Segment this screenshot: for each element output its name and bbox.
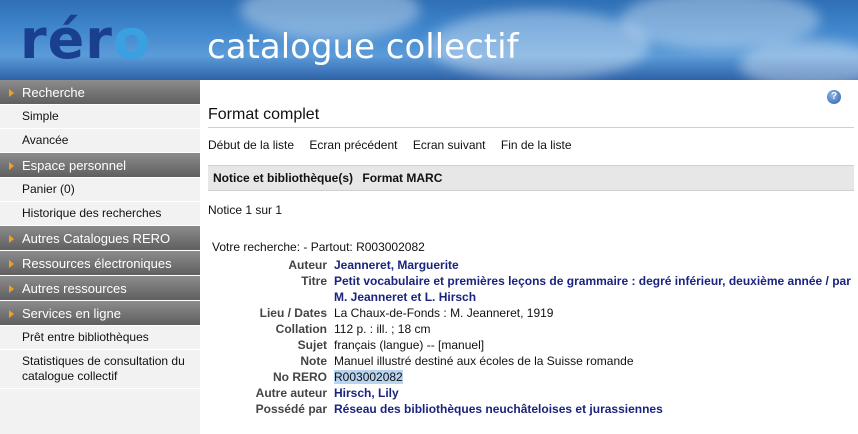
- record-value: La Chaux-de-Fonds : M. Jeanneret, 1919: [334, 306, 554, 320]
- record-label: Titre: [301, 274, 327, 288]
- record-label: Lieu / Dates: [259, 306, 327, 320]
- tab-format-marc[interactable]: Format MARC: [362, 171, 442, 185]
- sidebar: Recherche Simple Avancée Espace personne…: [0, 80, 200, 434]
- rero-number: R003002082: [334, 370, 403, 384]
- sidebar-header-autres-ressources[interactable]: Autres ressources: [0, 276, 200, 301]
- result-navigation: Début de la liste Ecran précédent Ecran …: [208, 138, 584, 152]
- record-row-autre-auteur: Autre auteur Hirsch, Lily: [208, 385, 854, 401]
- sidebar-item-pret[interactable]: Prêt entre bibliothèques: [0, 326, 200, 350]
- record-value: français (langue) -- [manuel]: [334, 338, 485, 352]
- nav-first-link[interactable]: Début de la liste: [208, 138, 294, 152]
- nav-last-link[interactable]: Fin de la liste: [501, 138, 572, 152]
- title-divider: [208, 127, 854, 128]
- sidebar-header-services-en-ligne[interactable]: Services en ligne: [0, 301, 200, 326]
- record-row-auteur: Auteur Jeanneret, Marguerite: [208, 257, 854, 273]
- record-row-collation: Collation 112 p. : ill. ; 18 cm: [208, 321, 854, 337]
- author-link[interactable]: Jeanneret, Marguerite: [334, 257, 854, 273]
- record-row-no-rero: No RERO R003002082: [208, 369, 854, 385]
- arrow-icon: [9, 162, 14, 170]
- sidebar-header-recherche[interactable]: Recherche: [0, 80, 200, 105]
- record-row-lieu: Lieu / Dates La Chaux-de-Fonds : M. Jeann…: [208, 305, 854, 321]
- help-icon[interactable]: ?: [827, 90, 841, 104]
- arrow-icon: [9, 235, 14, 243]
- tab-notice-bibliotheques[interactable]: Notice et bibliothèque(s): [213, 171, 353, 185]
- rero-logo[interactable]: réro: [20, 10, 151, 70]
- search-query: Votre recherche: - Partout: R003002082: [212, 240, 425, 254]
- arrow-icon: [9, 89, 14, 97]
- nav-next-link[interactable]: Ecran suivant: [413, 138, 486, 152]
- record-value: Manuel illustré destiné aux écoles de la…: [334, 354, 634, 368]
- record-row-possede-par: Possédé par Réseau des bibliothèques neuc…: [208, 401, 854, 417]
- sidebar-item-panier[interactable]: Panier (0): [0, 178, 200, 202]
- record-label: Auteur: [288, 258, 327, 272]
- banner-title: catalogue collectif: [207, 27, 519, 67]
- arrow-icon: [9, 285, 14, 293]
- page-title: Format complet: [208, 106, 320, 123]
- record-label: Note: [300, 354, 327, 368]
- record-row-sujet: Sujet français (langue) -- [manuel]: [208, 337, 854, 353]
- sidebar-header-espace-personnel[interactable]: Espace personnel: [0, 153, 200, 178]
- record-label: Autre auteur: [255, 386, 327, 400]
- record-label: Possédé par: [255, 402, 327, 416]
- header-banner: réro catalogue collectif: [0, 0, 858, 80]
- record-row-titre: Titre Petit vocabulaire et premières leço…: [208, 273, 854, 305]
- notice-count: Notice 1 sur 1: [208, 203, 283, 217]
- other-author-link[interactable]: Hirsch, Lily: [334, 385, 854, 401]
- sidebar-item-historique[interactable]: Historique des recherches: [0, 202, 200, 226]
- record-value: 112 p. : ill. ; 18 cm: [334, 322, 431, 336]
- title-link[interactable]: Petit vocabulaire et premières leçons de…: [334, 273, 854, 305]
- format-tabs: Notice et bibliothèque(s) Format MARC: [208, 165, 854, 191]
- record-details: Auteur Jeanneret, Marguerite Titre Petit v…: [208, 257, 854, 417]
- nav-previous-link[interactable]: Ecran précédent: [309, 138, 397, 152]
- sidebar-header-ressources-electroniques[interactable]: Ressources électroniques: [0, 251, 200, 276]
- sidebar-item-statistiques[interactable]: Statistiques de consultation du catalogu…: [0, 350, 200, 389]
- record-label: Sujet: [297, 338, 327, 352]
- sidebar-item-simple[interactable]: Simple: [0, 105, 200, 129]
- record-row-note: Note Manuel illustré destiné aux écoles d…: [208, 353, 854, 369]
- sidebar-item-avancee[interactable]: Avancée: [0, 129, 200, 153]
- record-label: No RERO: [273, 370, 327, 384]
- arrow-icon: [9, 260, 14, 268]
- sidebar-header-autres-catalogues[interactable]: Autres Catalogues RERO: [0, 226, 200, 251]
- record-label: Collation: [275, 322, 327, 336]
- arrow-icon: [9, 310, 14, 318]
- holdings-link[interactable]: Réseau des bibliothèques neuchâteloises …: [334, 401, 854, 417]
